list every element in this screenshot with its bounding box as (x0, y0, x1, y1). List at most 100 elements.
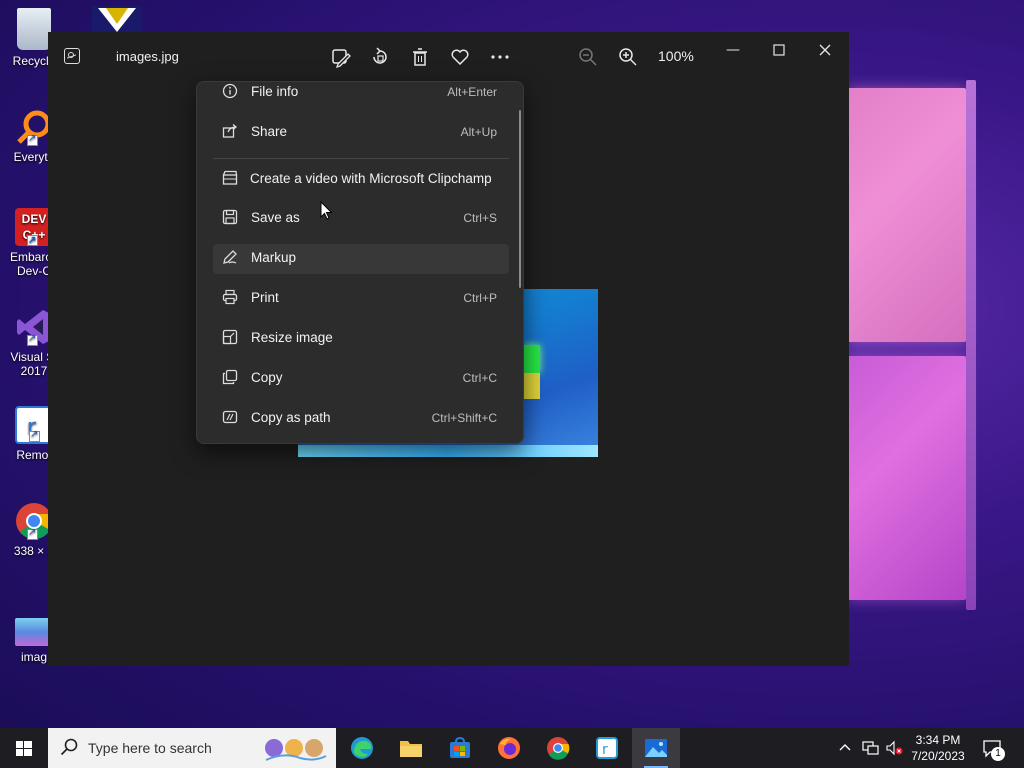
favorite-button[interactable] (448, 45, 472, 69)
print-icon (221, 289, 239, 307)
menu-item-markup[interactable]: Markup (213, 244, 509, 274)
zoom-in-icon (619, 48, 637, 66)
notification-center-button[interactable]: 1 (982, 738, 1012, 768)
menu-item-copy[interactable]: Copy Ctrl+C (213, 364, 509, 394)
menu-item-copy-as-path[interactable]: Copy as path Ctrl+Shift+C (213, 404, 509, 434)
menu-item-label: Copy (251, 370, 283, 385)
menu-item-label: Markup (251, 250, 297, 265)
clipchamp-icon (221, 170, 239, 188)
start-button[interactable] (0, 728, 48, 768)
taskbar-search-box[interactable]: Type here to search (48, 728, 336, 768)
tray-overflow-button[interactable] (838, 740, 856, 768)
edit-image-icon (332, 49, 351, 69)
wallpaper-pane-edge (966, 80, 976, 610)
menu-item-shortcut: Alt+Enter (447, 85, 497, 99)
share-icon (221, 123, 239, 141)
delete-button[interactable] (408, 45, 432, 69)
minimize-icon: — (726, 42, 740, 58)
search-icon (60, 738, 78, 761)
v-logo-icon (98, 8, 136, 32)
photos-icon (645, 739, 667, 757)
photos-app-icon (64, 48, 80, 64)
taskbar: Type here to search r 3:34 PM 7/20/2023 … (0, 728, 1024, 768)
close-icon (819, 44, 831, 56)
close-button[interactable] (810, 40, 840, 64)
menu-item-save-as[interactable]: Save as Ctrl+S (213, 204, 509, 234)
copy-icon (221, 369, 239, 387)
menu-scrollbar[interactable] (519, 110, 521, 288)
maximize-button[interactable] (764, 40, 794, 64)
menu-item-label: Share (251, 124, 288, 139)
firefox-icon (498, 737, 520, 759)
taskbar-store[interactable] (436, 728, 484, 768)
zoom-in-button[interactable] (616, 45, 640, 69)
chevron-up-icon (839, 744, 851, 751)
menu-item-shortcut: Ctrl+Shift+C (431, 411, 497, 425)
image-detail-glow (298, 445, 598, 457)
recycle-bin-icon (17, 8, 51, 50)
maximize-icon (773, 44, 785, 56)
menu-separator (213, 158, 509, 159)
search-highlight-icon (265, 739, 327, 761)
network-icon (862, 741, 879, 755)
menu-item-file-info[interactable]: File info Alt+Enter (213, 82, 509, 108)
clock-date: 7/20/2023 (911, 749, 965, 763)
rotate-icon (373, 47, 387, 64)
vlogo-desktop-icon[interactable] (92, 6, 142, 34)
taskbar-clock[interactable]: 3:34 PM 7/20/2023 (906, 732, 970, 764)
more-icon (491, 55, 509, 59)
taskbar-file-explorer[interactable] (387, 728, 435, 768)
notification-count: 1 (991, 747, 1005, 761)
minimize-button[interactable]: — (718, 40, 748, 64)
svg-text:r: r (602, 742, 608, 758)
menu-item-label: File info (251, 84, 299, 99)
favorite-icon (451, 49, 469, 66)
edit-image-button[interactable] (328, 45, 352, 69)
volume-muted-icon (886, 740, 903, 756)
menu-item-shortcut: Ctrl+S (463, 211, 497, 225)
menu-item-share[interactable]: Share Alt+Up (213, 118, 509, 148)
wallpaper-pane-top (848, 88, 966, 342)
clock-time: 3:34 PM (915, 733, 961, 747)
zoom-out-icon (579, 48, 597, 66)
menu-item-shortcut: Ctrl+C (462, 371, 497, 385)
edge-icon (351, 737, 373, 759)
windows-logo-icon (16, 741, 32, 756)
zoom-level[interactable]: 100% (658, 48, 694, 64)
menu-item-resize-image[interactable]: Resize image (213, 324, 509, 354)
tray-volume-button[interactable] (886, 740, 904, 768)
menu-item-label: Create a video with Microsoft Clipchamp (250, 171, 492, 186)
remote-app-icon: r (596, 737, 618, 759)
menu-item-label: Save as (251, 210, 300, 225)
taskbar-firefox[interactable] (485, 728, 533, 768)
folder-icon (400, 741, 422, 757)
copy-path-icon (221, 409, 239, 427)
more-button[interactable] (488, 45, 512, 69)
gallery-button[interactable] (56, 40, 88, 72)
menu-item-shortcut: Ctrl+P (463, 291, 497, 305)
taskbar-remote-app[interactable]: r (583, 728, 631, 768)
taskbar-edge[interactable] (338, 728, 386, 768)
menu-item-shortcut: Alt+Up (460, 125, 497, 139)
save-icon (221, 209, 239, 227)
more-options-menu: File info Alt+Enter Share Alt+Up Create … (196, 81, 524, 444)
tray-network-button[interactable] (862, 740, 880, 768)
image-detail-yellow (524, 373, 540, 399)
menu-item-print[interactable]: Print Ctrl+P (213, 284, 509, 314)
window-title: images.jpg (116, 49, 179, 64)
delete-icon (413, 48, 427, 66)
title-bar: images.jpg 100% — (48, 32, 849, 82)
image-detail-green (524, 345, 540, 373)
taskbar-chrome[interactable] (534, 728, 582, 768)
store-icon (450, 736, 470, 758)
wallpaper-pane-bottom (848, 356, 966, 600)
menu-item-label: Print (251, 290, 279, 305)
search-placeholder: Type here to search (88, 740, 212, 756)
zoom-out-button[interactable] (576, 45, 600, 69)
menu-item-clipchamp[interactable]: Create a video with Microsoft Clipchamp (213, 165, 509, 195)
menu-item-label: Resize image (251, 330, 333, 345)
resize-icon (221, 329, 239, 347)
rotate-button[interactable] (368, 45, 392, 69)
info-icon (221, 83, 239, 101)
taskbar-photos[interactable] (632, 728, 680, 768)
